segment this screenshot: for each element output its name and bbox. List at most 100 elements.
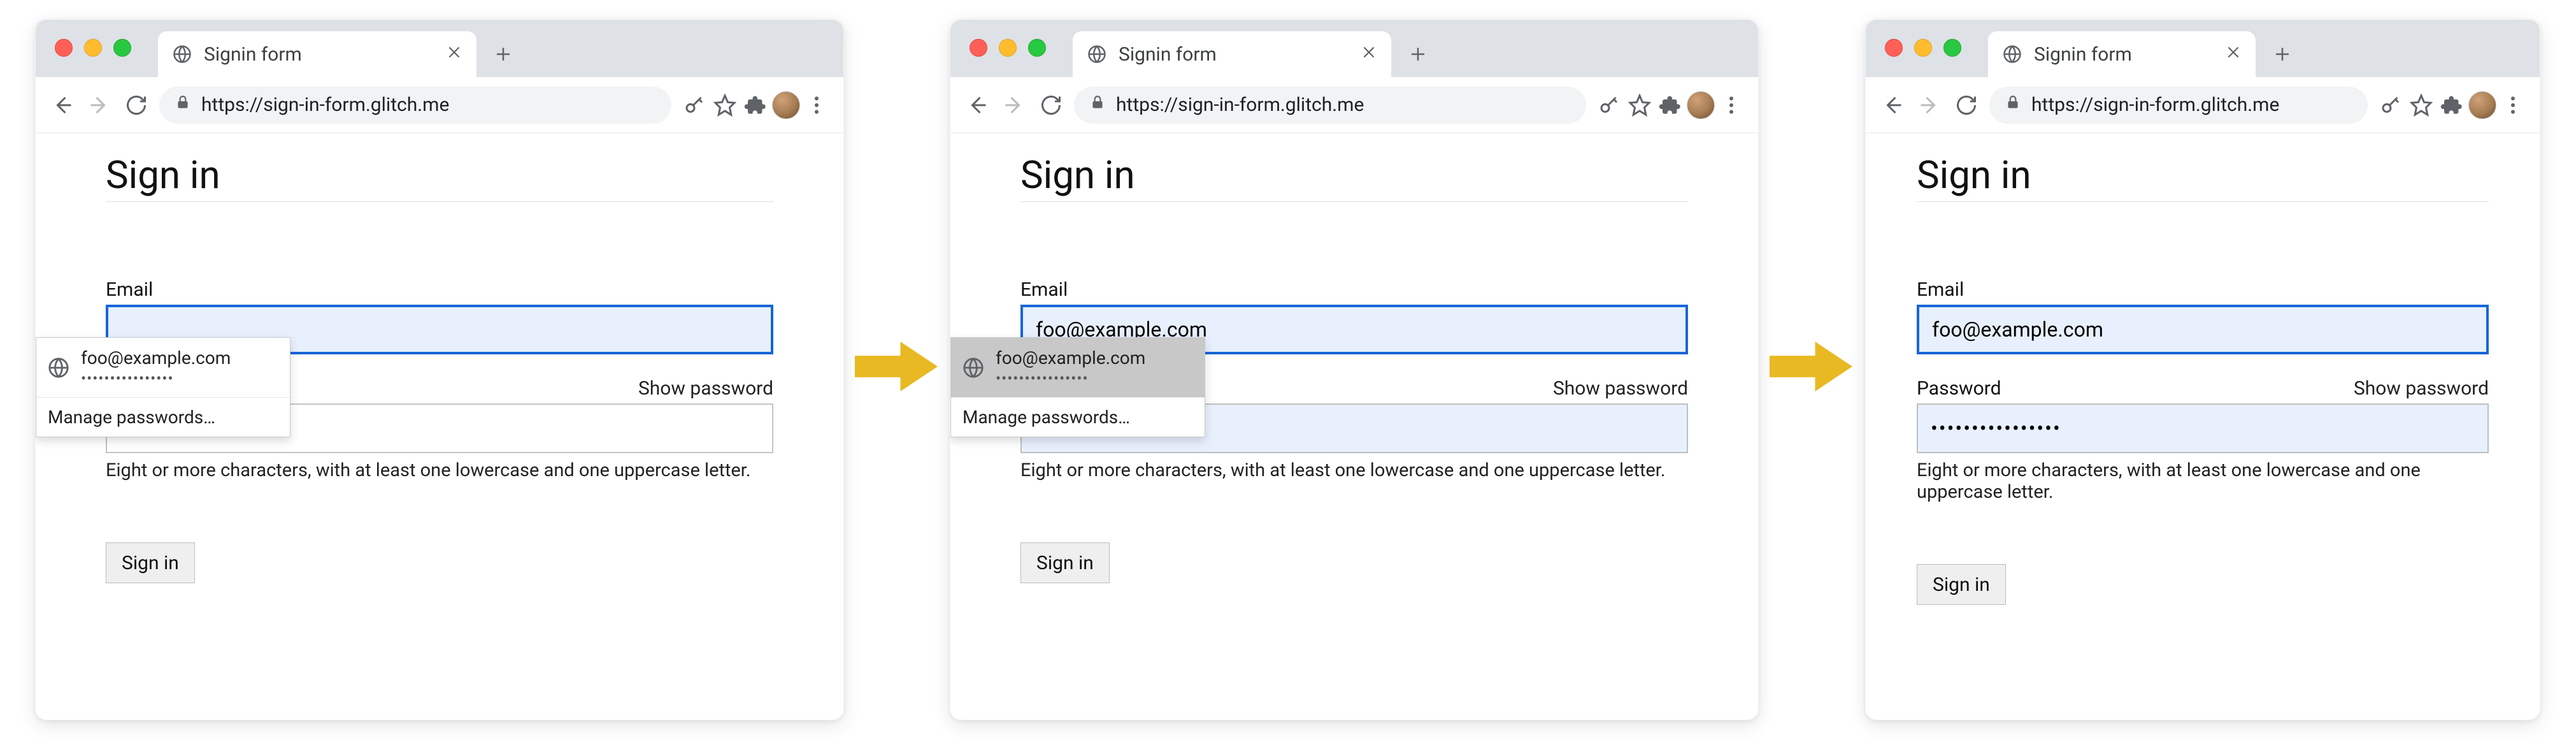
star-icon[interactable] <box>1626 91 1654 119</box>
show-password-toggle[interactable]: Show password <box>638 377 773 400</box>
reload-button[interactable] <box>1952 91 1980 119</box>
globe-icon <box>2002 44 2022 64</box>
close-tab-icon[interactable] <box>2225 43 2242 66</box>
lock-icon <box>2005 94 2021 116</box>
star-icon[interactable] <box>2407 91 2435 119</box>
profile-avatar[interactable] <box>2468 91 2496 119</box>
menu-icon[interactable] <box>2499 91 2527 119</box>
browser-window-3: Signin form <box>1865 19 2540 720</box>
minimize-window-button[interactable] <box>1914 39 1932 57</box>
browser-window-1: Signin form <box>35 19 844 720</box>
minimize-window-button[interactable] <box>999 39 1017 57</box>
url-input[interactable] <box>2031 94 2352 116</box>
page-title: Sign in <box>1917 152 2489 202</box>
password-helper: Eight or more characters, with at least … <box>1020 460 1688 481</box>
autofill-dropdown: foo@example.com •••••••••••••••• Manage … <box>36 337 290 437</box>
tab-strip: Signin form <box>36 20 843 77</box>
autofill-suggestion[interactable]: foo@example.com •••••••••••••••• <box>36 338 290 397</box>
tab-title: Signin form <box>1119 43 1349 66</box>
back-button[interactable] <box>963 91 991 119</box>
close-window-button[interactable] <box>970 39 987 57</box>
globe-icon <box>48 357 69 379</box>
autofill-password-mask: •••••••••••••••• <box>996 369 1145 388</box>
new-tab-button[interactable] <box>2268 40 2296 68</box>
email-input[interactable] <box>1917 305 2489 354</box>
close-window-button[interactable] <box>55 39 73 57</box>
toolbar <box>1866 77 2540 133</box>
maximize-window-button[interactable] <box>113 39 131 57</box>
toolbar <box>950 77 1758 133</box>
address-bar[interactable] <box>1074 87 1586 124</box>
profile-avatar[interactable] <box>772 91 800 119</box>
manage-passwords-link[interactable]: Manage passwords… <box>951 398 1205 437</box>
password-field-row: Password Show password Eight or more cha… <box>1917 377 2489 503</box>
email-label: Email <box>1917 279 1964 301</box>
close-tab-icon[interactable] <box>1361 43 1377 66</box>
close-tab-icon[interactable] <box>446 43 462 66</box>
menu-icon[interactable] <box>803 91 831 119</box>
reload-button[interactable] <box>1037 91 1065 119</box>
star-icon[interactable] <box>711 91 739 119</box>
new-tab-button[interactable] <box>489 40 517 68</box>
signin-button[interactable]: Sign in <box>106 542 195 583</box>
key-icon[interactable] <box>2377 91 2405 119</box>
lock-icon <box>1089 94 1106 116</box>
address-bar[interactable] <box>1989 87 2368 124</box>
browser-tab[interactable]: Signin form <box>1988 31 2256 77</box>
show-password-toggle[interactable]: Show password <box>1553 377 1688 400</box>
globe-icon <box>172 44 192 64</box>
page-content: Sign in Email Password Show password Eig… <box>950 133 1758 621</box>
page-title: Sign in <box>1020 152 1688 202</box>
tab-title: Signin form <box>2034 43 2214 66</box>
page-title: Sign in <box>106 152 773 202</box>
address-bar[interactable] <box>159 87 671 124</box>
reload-button[interactable] <box>122 91 150 119</box>
forward-button[interactable] <box>85 91 113 119</box>
password-helper: Eight or more characters, with at least … <box>106 460 773 481</box>
password-label: Password <box>1917 377 2001 400</box>
back-button[interactable] <box>1878 91 1907 119</box>
key-icon[interactable] <box>1595 91 1623 119</box>
window-controls <box>970 39 1046 57</box>
show-password-toggle[interactable]: Show password <box>2354 377 2489 400</box>
back-button[interactable] <box>48 91 76 119</box>
password-input[interactable] <box>1917 403 2489 453</box>
window-controls <box>55 39 131 57</box>
profile-avatar[interactable] <box>1687 91 1715 119</box>
signin-button[interactable]: Sign in <box>1917 564 2006 605</box>
globe-icon <box>1087 44 1107 64</box>
tab-strip: Signin form <box>1866 20 2540 77</box>
new-tab-button[interactable] <box>1404 40 1432 68</box>
extensions-icon[interactable] <box>741 91 769 119</box>
autofill-password-mask: •••••••••••••••• <box>81 369 231 388</box>
extensions-icon[interactable] <box>2438 91 2466 119</box>
forward-button[interactable] <box>1915 91 1943 119</box>
autofill-email: foo@example.com <box>81 347 231 369</box>
autofill-email: foo@example.com <box>996 347 1145 369</box>
tab-strip: Signin form <box>950 20 1758 77</box>
maximize-window-button[interactable] <box>1943 39 1961 57</box>
close-window-button[interactable] <box>1885 39 1903 57</box>
autofill-suggestion[interactable]: foo@example.com •••••••••••••••• <box>951 338 1205 397</box>
signin-button[interactable]: Sign in <box>1020 542 1110 583</box>
maximize-window-button[interactable] <box>1028 39 1046 57</box>
url-input[interactable] <box>1116 94 1571 116</box>
key-icon[interactable] <box>680 91 708 119</box>
manage-passwords-link[interactable]: Manage passwords… <box>36 398 290 437</box>
extensions-icon[interactable] <box>1656 91 1684 119</box>
arrow-icon <box>1770 335 1852 398</box>
autofill-dropdown: foo@example.com •••••••••••••••• Manage … <box>950 337 1205 437</box>
page-content: Sign in Email Password Show password Eig… <box>36 133 843 621</box>
url-input[interactable] <box>201 94 656 116</box>
lock-icon <box>175 94 191 116</box>
menu-icon[interactable] <box>1717 91 1745 119</box>
minimize-window-button[interactable] <box>84 39 102 57</box>
globe-icon <box>962 357 984 379</box>
browser-tab[interactable]: Signin form <box>158 31 476 77</box>
window-controls <box>1885 39 1961 57</box>
email-label: Email <box>1020 279 1068 301</box>
arrow-icon <box>855 335 938 398</box>
forward-button[interactable] <box>1000 91 1028 119</box>
page-content: Sign in Email Password Show password Eig… <box>1866 133 2540 643</box>
browser-tab[interactable]: Signin form <box>1073 31 1391 77</box>
